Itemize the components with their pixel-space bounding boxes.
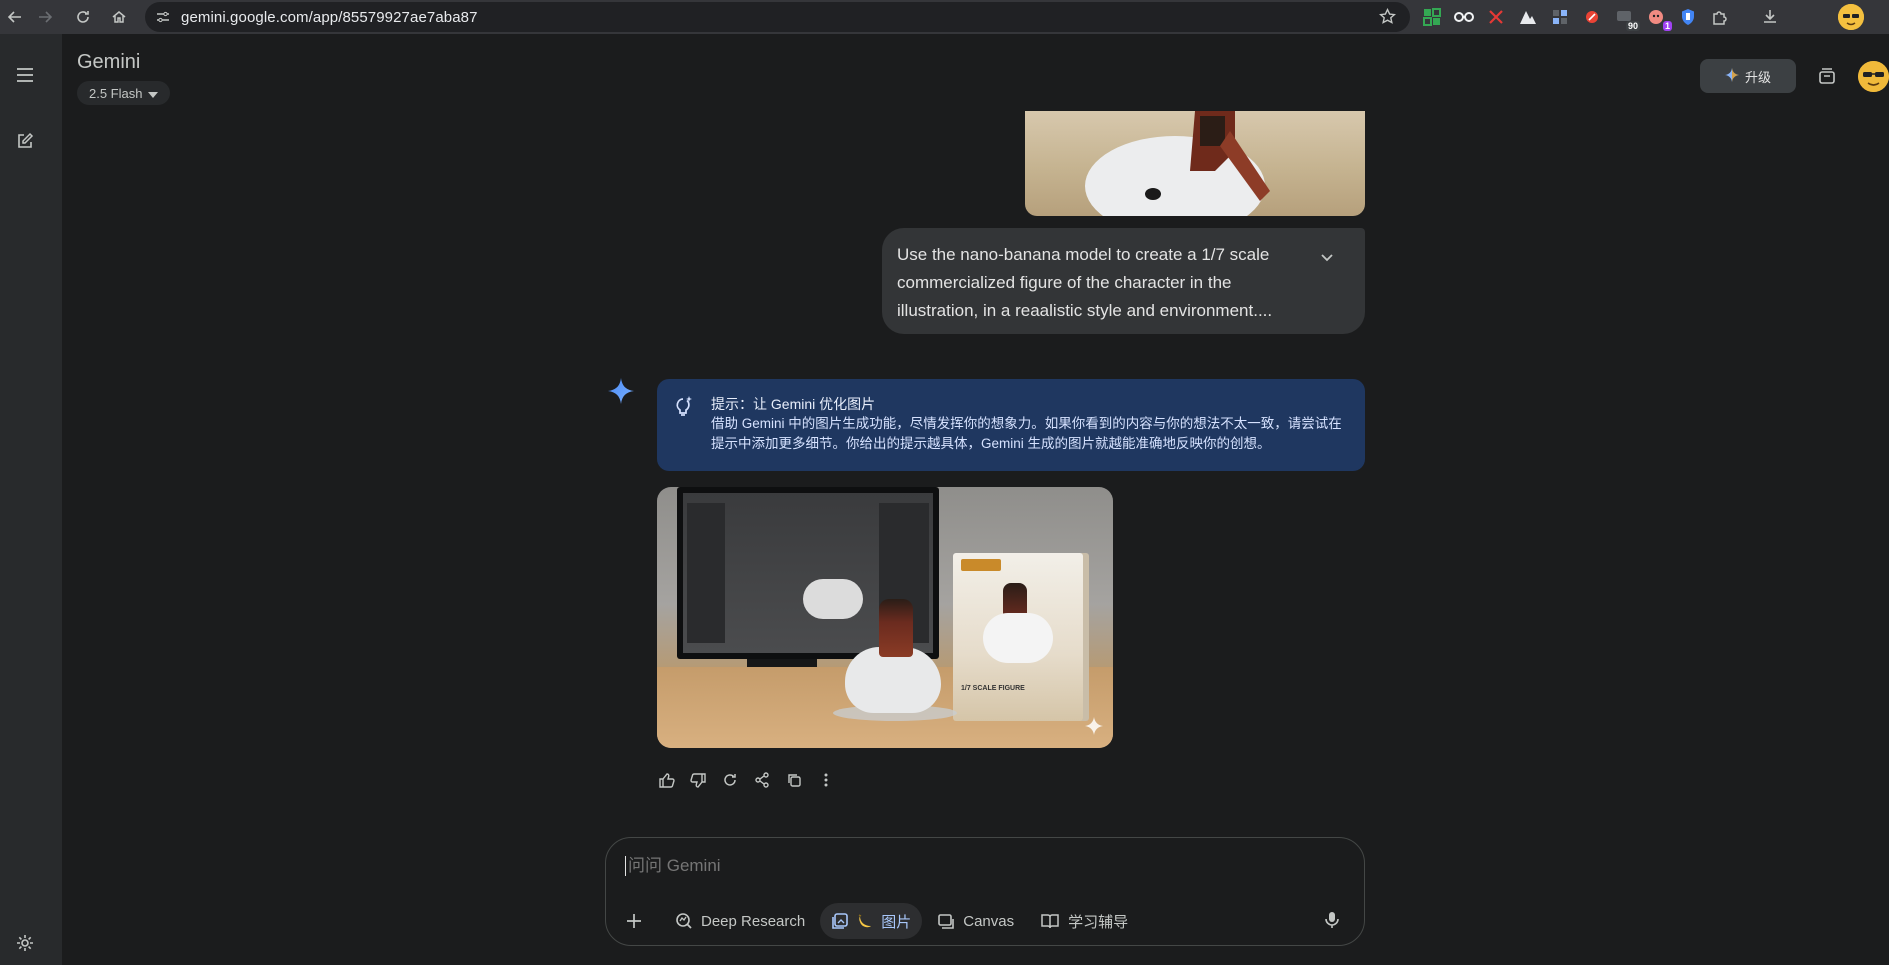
prompt-composer: Deep Research 图片 Canvas 学习辅导 — [605, 837, 1365, 946]
gemini-spark-icon — [607, 377, 635, 405]
address-bar[interactable]: gemini.google.com/app/85579927ae7aba87 — [145, 2, 1410, 32]
lightbulb-sparkle-icon — [674, 395, 694, 423]
response-actions — [656, 770, 848, 790]
image-gen-icon — [831, 912, 849, 930]
canvas-icon — [937, 912, 955, 930]
figure-box-in-image: 1/7 SCALE FIGURE — [953, 553, 1083, 721]
tool-image[interactable]: 图片 — [820, 903, 923, 939]
share-icon[interactable] — [752, 770, 772, 790]
user-avatar[interactable] — [1858, 61, 1889, 92]
image-sparkle-icon — [1085, 717, 1103, 740]
new-chat-icon[interactable] — [13, 129, 37, 153]
copy-icon[interactable] — [784, 770, 804, 790]
tool-label: 学习辅导 — [1068, 913, 1129, 931]
upgrade-label: 升级 — [1744, 69, 1771, 85]
regenerate-icon[interactable] — [720, 770, 740, 790]
puzzle-icon[interactable] — [1710, 7, 1730, 27]
cross-icon[interactable] — [1486, 7, 1506, 27]
forward-icon[interactable] — [30, 2, 60, 32]
mascot-icon[interactable]: 1 — [1646, 7, 1672, 31]
qr-grid-icon[interactable] — [1422, 7, 1442, 27]
back-icon[interactable] — [0, 2, 30, 32]
extensions-bar: 90 1 — [1422, 4, 1792, 31]
glasses-icon[interactable] — [1454, 7, 1474, 27]
menu-icon[interactable] — [13, 63, 37, 87]
browser-toolbar: gemini.google.com/app/85579927ae7aba87 9… — [0, 0, 1889, 34]
previous-uploaded-image[interactable] — [1025, 111, 1365, 216]
model-selector[interactable]: 2.5 Flash — [77, 81, 171, 105]
tool-canvas[interactable]: Canvas — [926, 903, 1025, 939]
microphone-icon[interactable] — [1320, 908, 1344, 932]
tool-label: Canvas — [963, 912, 1015, 930]
home-icon[interactable] — [104, 2, 134, 32]
grid-icon[interactable] — [1550, 7, 1570, 27]
learning-icon — [1040, 912, 1060, 930]
tool-deep-research[interactable]: Deep Research — [664, 903, 816, 939]
bookmark-star-icon[interactable] — [1378, 7, 1397, 30]
tool-label: Deep Research — [701, 912, 806, 930]
banana-icon — [857, 913, 873, 929]
composer-tools: Deep Research 图片 Canvas 学习辅导 — [620, 903, 1143, 939]
model-name: 2.5 Flash — [89, 85, 143, 101]
tab-counter-icon[interactable]: 90 — [1614, 7, 1640, 31]
expand-chevron-icon[interactable] — [1315, 246, 1339, 270]
generated-image[interactable]: 1/7 SCALE FIGURE — [657, 487, 1113, 748]
tip-title: 提示：让 Gemini 优化图片 — [711, 396, 876, 412]
tip-body: 借助 Gemini 中的图片生成功能，尽情发挥你的想象力。如果你看到的内容与你的… — [711, 416, 1342, 451]
thumbs-down-icon[interactable] — [688, 770, 708, 790]
thumbs-up-icon[interactable] — [656, 770, 676, 790]
browser-profile-avatar[interactable] — [1838, 4, 1864, 30]
add-attachment-icon[interactable] — [620, 907, 648, 935]
tool-label: 图片 — [881, 913, 912, 931]
tool-learning[interactable]: 学习辅导 — [1029, 903, 1139, 939]
settings-gear-icon[interactable] — [13, 931, 37, 955]
deep-research-icon — [675, 912, 693, 930]
temporary-chat-icon[interactable] — [1815, 64, 1839, 88]
side-rail — [0, 34, 62, 965]
box-label: 1/7 SCALE FIGURE — [961, 685, 1025, 692]
tip-card: 提示：让 Gemini 优化图片 借助 Gemini 中的图片生成功能，尽情发挥… — [657, 379, 1365, 471]
upgrade-button[interactable]: 升级 — [1700, 59, 1796, 93]
user-prompt-text: Use the nano-banana model to create a 1/… — [897, 245, 1273, 320]
site-settings-icon[interactable] — [155, 9, 171, 30]
app-title: Gemini — [77, 51, 141, 73]
reload-icon[interactable] — [68, 2, 98, 32]
user-message-bubble: Use the nano-banana model to create a 1/… — [882, 228, 1365, 334]
prompt-input[interactable] — [626, 855, 1226, 877]
no-entry-icon[interactable] — [1582, 7, 1602, 27]
caret-down-icon — [148, 86, 159, 101]
shield-icon[interactable] — [1678, 7, 1698, 27]
download-icon[interactable] — [1760, 7, 1780, 27]
url-text[interactable]: gemini.google.com/app/85579927ae7aba87 — [181, 9, 478, 26]
more-options-icon[interactable] — [816, 770, 836, 790]
sparkle-icon — [1724, 67, 1739, 85]
mountain-icon[interactable] — [1518, 7, 1538, 27]
